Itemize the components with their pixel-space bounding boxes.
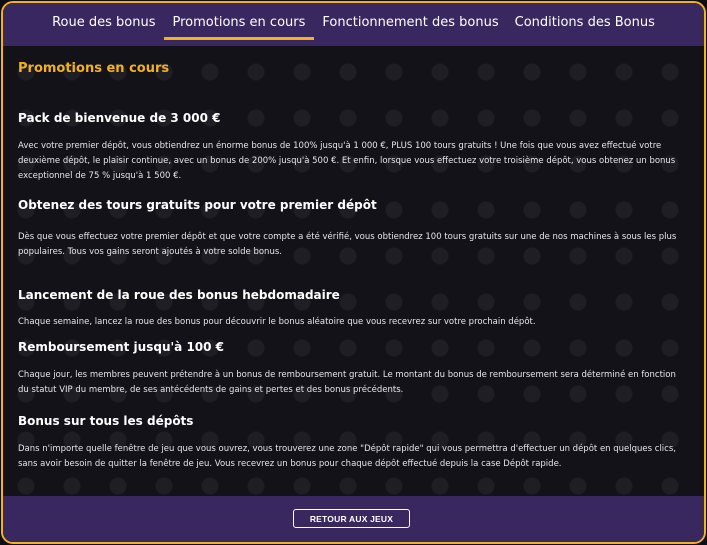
promo-title: Bonus sur tous les dépôts — [18, 414, 194, 428]
promo-cashback: Remboursement jusqu'à 100 € Chaque jour,… — [18, 340, 688, 398]
promo-title: Remboursement jusqu'à 100 € — [18, 340, 225, 354]
promotions-modal: Roue des bonus Promotions en cours Fonct… — [1, 1, 706, 544]
promo-welcome-pack: Pack de bienvenue de 3 000 € Avec votre … — [18, 111, 688, 184]
promo-text: Dans n'importe quelle fenêtre de jeu que… — [18, 444, 676, 469]
promo-all-deposits: Bonus sur tous les dépôts Dans n'importe… — [18, 414, 688, 472]
back-to-games-button[interactable]: RETOUR AUX JEUX — [293, 509, 410, 528]
tab-bonus-wheel[interactable]: Roue des bonus — [52, 3, 155, 40]
promo-title: Obtenez des tours gratuits pour votre pr… — [18, 198, 377, 212]
tab-bar: Roue des bonus Promotions en cours Fonct… — [3, 3, 704, 46]
promo-title: Pack de bienvenue de 3 000 € — [18, 111, 221, 125]
promo-free-spins: Obtenez des tours gratuits pour votre pr… — [18, 198, 688, 260]
promo-text: Chaque jour, les membres peuvent prétend… — [18, 370, 676, 395]
modal-footer: RETOUR AUX JEUX — [3, 496, 704, 542]
tab-bonus-conditions[interactable]: Conditions des Bonus — [515, 3, 655, 40]
promo-text: Dès que vous effectuez votre premier dép… — [18, 232, 677, 257]
section-title: Promotions en cours — [18, 61, 170, 76]
promo-title: Lancement de la roue des bonus hebdomada… — [18, 288, 340, 302]
promotions-content: Promotions en cours Pack de bienvenue de… — [18, 58, 688, 469]
tab-bonus-operation[interactable]: Fonctionnement des bonus — [322, 3, 498, 40]
promo-text: Avec votre premier dépôt, vous obtiendre… — [18, 141, 676, 181]
promo-text: Chaque semaine, lancez la roue des bonus… — [18, 317, 536, 327]
promo-weekly-wheel: Lancement de la roue des bonus hebdomada… — [18, 288, 688, 330]
tab-current-promotions[interactable]: Promotions en cours — [163, 3, 315, 40]
